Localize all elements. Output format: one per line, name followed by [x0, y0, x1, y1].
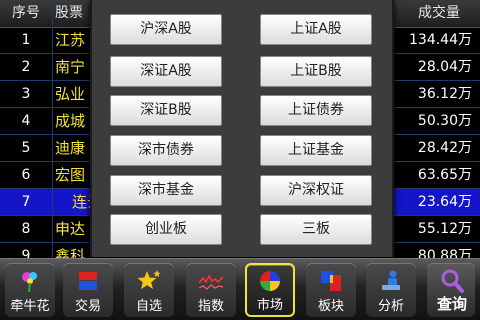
market-button-sz-a[interactable]: 深证A股 [110, 56, 222, 87]
header-volume[interactable]: 成交量 [398, 0, 480, 26]
toolbar-label: 查询 [436, 295, 467, 313]
market-button-sh-b[interactable]: 上证B股 [260, 56, 372, 87]
app-screen: 序号 股票 成交量 1 江苏 134.44万 2 南宁 28.04万 3 弘业 … [0, 0, 480, 320]
toolbar-label: 牵牛花 [10, 299, 50, 314]
bottom-toolbar: 牵牛花 交易 自选 指数 市场 板块 分析 查询 [0, 258, 480, 320]
market-button-sh-fund[interactable]: 上证基金 [260, 135, 372, 166]
toolbar-label: 指数 [197, 299, 224, 314]
row-volume: 50.30万 [417, 113, 472, 129]
market-button-hs-a[interactable]: 沪深A股 [110, 14, 222, 45]
market-pie-icon [260, 271, 280, 291]
market-button-sz-fund[interactable]: 深市基金 [110, 175, 222, 206]
toolbar-button-query[interactable]: 查询 [427, 263, 475, 317]
row-index: 4 [0, 108, 53, 134]
market-button-gem[interactable]: 创业板 [110, 214, 222, 245]
market-button-sz-b[interactable]: 深证B股 [110, 95, 222, 126]
row-index: 8 [0, 216, 53, 242]
magnifier-icon [441, 269, 464, 293]
row-volume: 23.64万 [417, 194, 472, 210]
row-index: 7 [0, 189, 53, 215]
toolbar-label: 市场 [256, 298, 283, 313]
toolbar-button-analysis[interactable]: 分析 [366, 263, 416, 317]
toolbar-button-home[interactable]: 牵牛花 [5, 263, 55, 317]
toolbar-button-market[interactable]: 市场 [245, 263, 295, 317]
toolbar-label: 交易 [74, 299, 101, 314]
market-menu-popup: 沪深A股 上证A股 深证A股 上证B股 深证B股 上证债券 深市债券 上证基金 … [90, 0, 394, 257]
market-button-sh-a[interactable]: 上证A股 [260, 14, 372, 45]
row-volume: 55.12万 [417, 221, 472, 237]
toolbar-label: 自选 [135, 299, 162, 314]
market-button-third-board[interactable]: 三板 [260, 214, 372, 245]
market-button-warrant[interactable]: 沪深权证 [260, 175, 372, 206]
row-index: 5 [0, 135, 53, 161]
trade-icon [79, 272, 97, 290]
analysis-icon [382, 270, 400, 290]
toolbar-button-trade[interactable]: 交易 [63, 263, 113, 317]
index-chart-icon [199, 274, 223, 290]
row-index: 1 [0, 27, 53, 53]
row-volume: 28.42万 [417, 140, 472, 156]
toolbar-label: 板块 [317, 299, 344, 314]
market-button-sh-bond[interactable]: 上证债券 [260, 95, 372, 126]
toolbar-label: 分析 [377, 299, 404, 314]
row-index: 6 [0, 162, 53, 188]
star-icon [137, 270, 161, 289]
row-volume: 28.04万 [417, 59, 472, 75]
flower-icon [22, 272, 37, 293]
toolbar-button-watchlist[interactable]: 自选 [124, 263, 174, 317]
row-index: 2 [0, 54, 53, 80]
toolbar-button-sector[interactable]: 板块 [306, 263, 356, 317]
market-button-sz-bond[interactable]: 深市债券 [110, 135, 222, 166]
toolbar-button-index[interactable]: 指数 [186, 263, 236, 317]
row-volume: 36.12万 [417, 86, 472, 102]
row-volume: 134.44万 [409, 32, 472, 48]
row-volume: 63.65万 [417, 167, 472, 183]
sector-blocks-icon [321, 271, 341, 291]
row-index: 3 [0, 81, 53, 107]
header-index[interactable]: 序号 [0, 0, 53, 26]
